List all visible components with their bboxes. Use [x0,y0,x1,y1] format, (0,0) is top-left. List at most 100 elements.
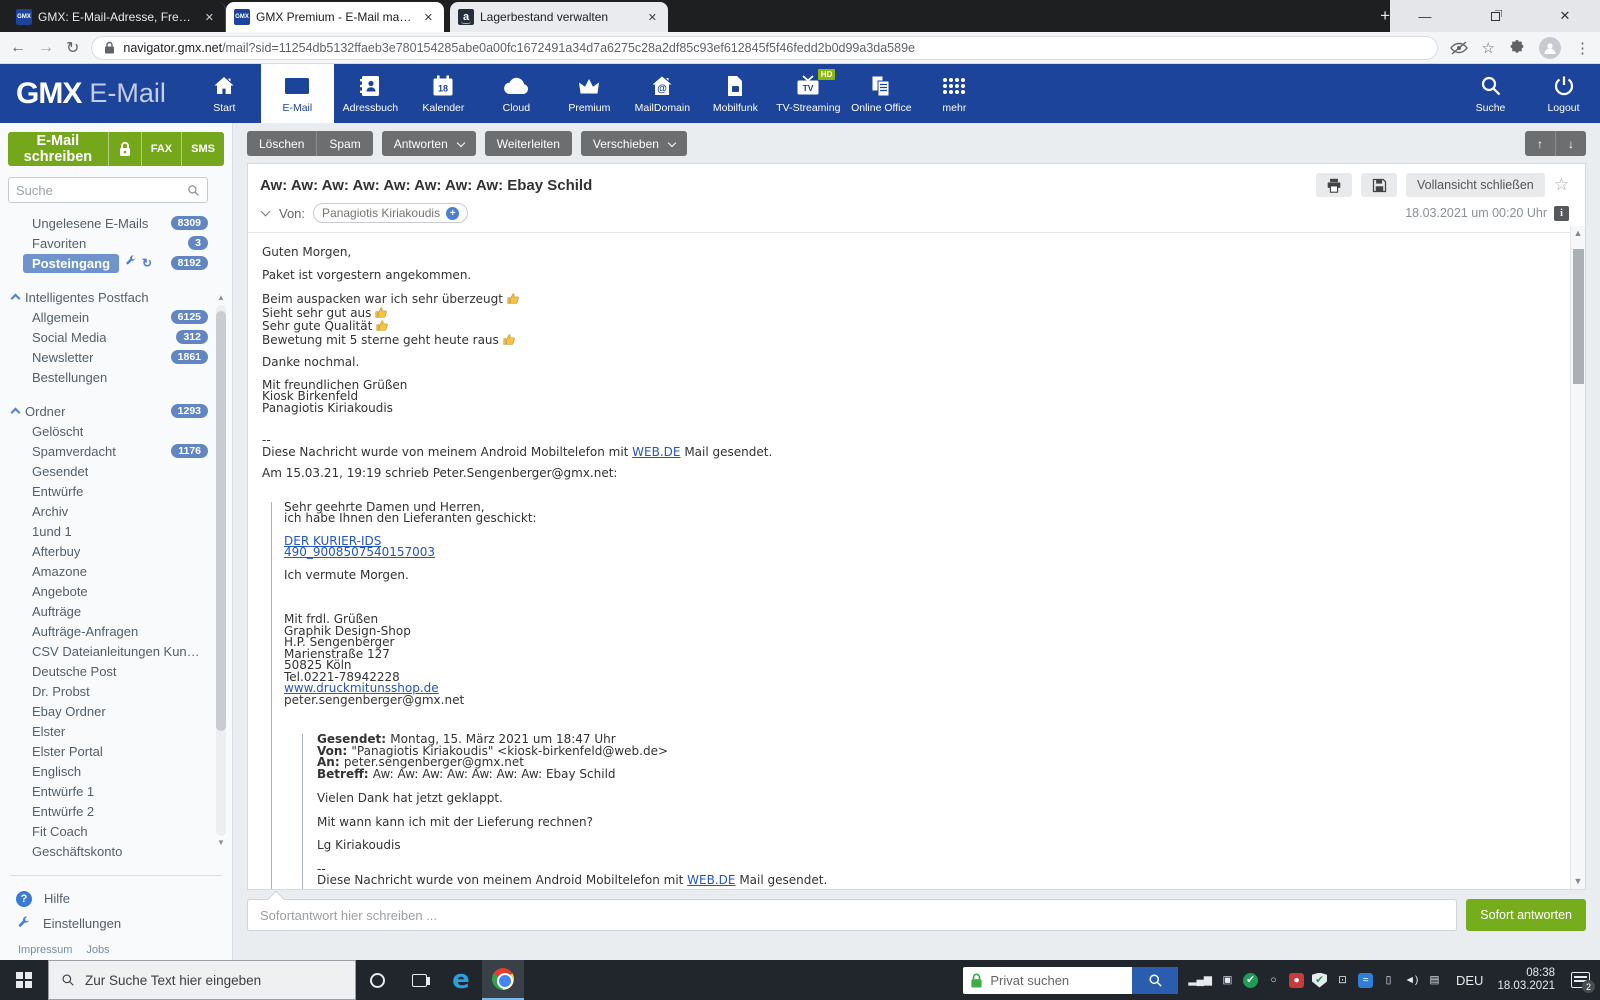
forward-button[interactable]: Weiterleiten [485,131,572,156]
sender-chip[interactable]: Panagiotis Kiriakoudis + [313,203,468,223]
forward-icon[interactable]: → [38,39,54,57]
sidebar-search-input[interactable]: Suche [8,177,208,203]
next-mail-button[interactable]: ↓ [1555,131,1586,156]
reload-icon[interactable]: ↻ [66,38,79,58]
sidebar-item-fit-coach[interactable]: Fit Coach [0,821,232,841]
new-tab-button[interactable]: + [1380,6,1390,26]
sidebar-item-ebay-ordner[interactable]: Ebay Ordner [0,701,232,721]
language-indicator[interactable]: DEU [1456,973,1483,988]
remote-desktop-icon[interactable]: ▣ [1220,973,1235,988]
browser-menu-icon[interactable]: ⋮ [1575,39,1590,57]
nav-mobilfunk[interactable]: Mobilfunk [699,64,772,123]
help-item[interactable]: ? Hilfe [12,886,220,911]
usb-icon[interactable]: ▯ [1381,973,1396,988]
sidebar-item-gel-scht[interactable]: Gelöscht [0,421,232,441]
reply-button[interactable]: Antworten [382,131,476,156]
sidebar-item-posteingang[interactable]: Posteingang↻8192 [0,253,232,273]
bookmark-star-icon[interactable]: ☆ [1482,39,1495,57]
quick-reply-input[interactable]: Sofortantwort hier schreiben ... [247,899,1457,931]
sidebar-item-entw-rfe-2[interactable]: Entwürfe 2 [0,801,232,821]
nav-logout[interactable]: Logout [1527,64,1600,123]
notification-center-button[interactable]: 2 [1571,972,1590,988]
sidebar-scrollbar[interactable]: ▲ ▼ [215,293,227,848]
cortana-button[interactable] [356,960,398,1000]
restore-button[interactable] [1480,9,1510,24]
scrollbar-thumb[interactable] [1573,249,1584,384]
favorite-star-icon[interactable]: ☆ [1554,175,1569,195]
sidebar-item-csv-dateianleitungen-kunden[interactable]: CSV Dateianleitungen Kunden [0,641,232,661]
impressum-link[interactable]: Impressum [18,944,72,956]
mail-body-link[interactable]: WEB.DE [687,873,735,887]
nav-premium[interactable]: Premium [553,64,626,123]
extensions-puzzle-icon[interactable] [1509,40,1525,56]
volume-icon[interactable]: ◄) [1404,973,1419,988]
sms-button[interactable]: SMS [181,132,224,166]
eye-hidden-icon[interactable] [1450,41,1468,55]
scrollbar-thumb[interactable] [216,311,226,731]
sidebar-item-allgemein[interactable]: Allgemein6125 [0,307,232,327]
chrome-taskbar-button[interactable] [482,960,524,1000]
close-button[interactable]: ✕ [1550,8,1580,24]
nav-maildomain[interactable]: @MailDomain [626,64,699,123]
nav-e-mail[interactable]: E-Mail [261,64,334,123]
sidebar-item-archiv[interactable]: Archiv [0,501,232,521]
collapse-chevron-icon[interactable] [261,207,271,217]
print-button[interactable] [1316,173,1352,197]
section-ordner[interactable]: Ordner1293 [0,401,232,421]
sidebar-item-entw-rfe[interactable]: Entwürfe [0,481,232,501]
private-search-widget[interactable]: Privat suchen [963,967,1178,994]
nav-tv-streaming[interactable]: TVHDTV-Streaming [772,64,845,123]
info-icon[interactable]: i [1554,206,1569,221]
sidebar-item-elster[interactable]: Elster [0,721,232,741]
sidebar-item-dr-probst[interactable]: Dr. Probst [0,681,232,701]
browser-tab-2[interactable]: GMXGMX Premium - E-Mail made in✕ [226,2,444,32]
nav-adressbuch[interactable]: Adressbuch [334,64,407,123]
mail-body-link[interactable]: WEB.DE [632,445,680,459]
defender-shield-icon[interactable]: ✔ [1312,973,1327,988]
red-lock-icon[interactable]: ● [1289,973,1304,988]
nav-online-office[interactable]: Online Office [845,64,918,123]
taskbar-clock[interactable]: 08:38 18.03.2021 [1497,967,1555,993]
sidebar-item-ungelesene-e-mails[interactable]: Ungelesene E-Mails8309 [0,213,232,233]
mail-scrollbar[interactable]: ▲ ▼ [1570,226,1585,889]
nav-kalender[interactable]: 18Kalender [407,64,480,123]
nav-mehr[interactable]: mehr [918,64,991,123]
delete-button[interactable]: Löschen [247,131,316,156]
sidebar-item-gesendet[interactable]: Gesendet [0,461,232,481]
browser-tab-1[interactable]: GMXGMX: E-Mail-Adresse, FreeMail, D✕ [8,2,226,32]
move-button[interactable]: Verschieben [581,131,687,156]
sync-app-icon[interactable]: ≈ [1358,973,1373,988]
quick-reply-send-button[interactable]: Sofort antworten [1466,899,1586,931]
minimize-button[interactable]: — [1410,9,1440,24]
screen-share-icon[interactable]: ⊡ [1335,973,1350,988]
sidebar-item-deutsche-post[interactable]: Deutsche Post [0,661,232,681]
scroll-up-icon[interactable]: ▲ [217,293,225,303]
compose-button[interactable]: E-Mail schreiben [8,133,108,165]
nav-cloud[interactable]: Cloud [480,64,553,123]
tab-close-icon[interactable]: ✕ [202,11,217,24]
refresh-icon[interactable]: ↻ [142,256,152,270]
scroll-down-icon[interactable]: ▼ [217,838,225,848]
sidebar-item-spamverdacht[interactable]: Spamverdacht1176 [0,441,232,461]
add-contact-icon[interactable]: + [446,207,459,220]
edge-taskbar-button[interactable]: e [440,960,482,1000]
sidebar-item-afterbuy[interactable]: Afterbuy [0,541,232,561]
sidebar-item-newsletter[interactable]: Newsletter1861 [0,347,232,367]
back-icon[interactable]: ← [10,39,26,57]
spam-button[interactable]: Spam [316,131,372,156]
scroll-up-icon[interactable]: ▲ [1574,228,1583,239]
shield-check-icon[interactable]: ✔ [1243,973,1258,988]
sidebar-item-1und-1[interactable]: 1und 1 [0,521,232,541]
network-icon[interactable]: ▤ [1427,973,1442,988]
private-search-button[interactable] [1132,967,1178,994]
sidebar-item-angebote[interactable]: Angebote [0,581,232,601]
status-ring-icon[interactable]: ○ [1266,973,1281,988]
nav-start[interactable]: Start [188,64,261,123]
mail-body-link[interactable]: 490_9008507540157003 [284,545,435,559]
chevron-up-icon[interactable] [11,408,21,418]
save-button[interactable] [1361,173,1397,197]
address-bar[interactable]: navigator.gmx.net/mail?sid=11254db5132ff… [91,36,1437,60]
folder-settings-wrench-icon[interactable] [124,255,137,271]
sidebar-item-social-media[interactable]: Social Media312 [0,327,232,347]
sidebar-item-favoriten[interactable]: Favoriten3 [0,233,232,253]
